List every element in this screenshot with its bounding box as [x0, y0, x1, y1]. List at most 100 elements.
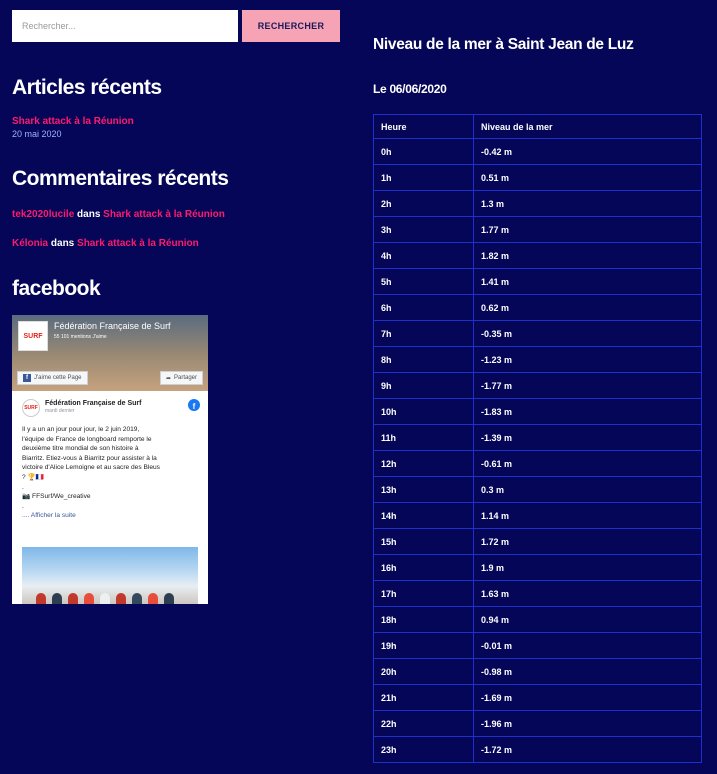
level-cell: -1.69 m	[473, 684, 702, 711]
photo-figure	[100, 593, 110, 604]
level-cell: 0.62 m	[473, 294, 702, 321]
level-cell: -1.96 m	[473, 710, 702, 737]
level-cell: -0.98 m	[473, 658, 702, 685]
facebook-cover[interactable]: SURF Fédération Française de Surf 55 101…	[12, 315, 208, 391]
hour-cell: 8h	[373, 346, 474, 373]
photo-figure	[36, 593, 46, 604]
tide-section: Niveau de la mer à Saint Jean de Luz Le …	[373, 36, 705, 763]
level-cell: 1.9 m	[473, 554, 702, 581]
post-line: Biarritz. Etiez-vous à Biarritz pour ass…	[22, 454, 157, 462]
table-row: 13h 0.3 m	[373, 476, 702, 503]
level-cell: 1.63 m	[473, 580, 702, 607]
level-cell: -0.35 m	[473, 320, 702, 347]
hour-cell: 5h	[373, 268, 474, 295]
table-row: 18h 0.94 m	[373, 606, 702, 633]
post-author[interactable]: Fédération Française de Surf	[45, 400, 141, 407]
table-row: 17h 1.63 m	[373, 580, 702, 607]
hour-cell: 1h	[373, 164, 474, 191]
level-cell: -1.77 m	[473, 372, 702, 399]
table-row: 0h -0.42 m	[373, 138, 702, 165]
share-button-label: Partager	[173, 375, 197, 381]
comment-author-link[interactable]: Kélonia	[12, 238, 48, 249]
level-cell: -0.01 m	[473, 632, 702, 659]
recent-article-link[interactable]: Shark attack à la Réunion	[12, 116, 342, 127]
hour-cell: 17h	[373, 580, 474, 607]
table-row: 8h -1.23 m	[373, 346, 702, 373]
post-date[interactable]: mardi dernier	[45, 408, 141, 414]
level-cell: -1.83 m	[473, 398, 702, 425]
table-row: 7h -0.35 m	[373, 320, 702, 347]
hour-cell: 0h	[373, 138, 474, 165]
comment-item: tek2020lucile dans Shark attack à la Réu…	[12, 209, 342, 220]
post-line: ? 🏆🇫🇷	[22, 473, 44, 481]
facebook-like-button[interactable]: f J'aime cette Page	[17, 371, 88, 385]
photo-figure	[148, 593, 158, 604]
level-cell: -1.23 m	[473, 346, 702, 373]
facebook-share-button[interactable]: ➦ Partager	[159, 371, 203, 385]
hour-cell: 7h	[373, 320, 474, 347]
sidebar: RECHERCHER Articles récents Shark attack…	[12, 10, 342, 604]
facebook-widget-title: facebook	[12, 277, 101, 300]
comment-item: Kélonia dans Shark attack à la Réunion	[12, 238, 342, 249]
table-row: 19h -0.01 m	[373, 632, 702, 659]
recent-article-date: 20 mai 2020	[12, 129, 62, 139]
post-photo[interactable]	[22, 547, 198, 604]
comment-author-link[interactable]: tek2020lucile	[12, 209, 74, 220]
table-row: 16h 1.9 m	[373, 554, 702, 581]
comment-connector: dans	[48, 238, 78, 249]
post-line: .	[22, 502, 24, 510]
facebook-f-icon: f	[23, 374, 31, 382]
avatar[interactable]: SURF	[22, 399, 40, 417]
hour-cell: 18h	[373, 606, 474, 633]
hour-cell: 19h	[373, 632, 474, 659]
post-text: Il y a un an jour pour jour, le 2 juin 2…	[22, 425, 200, 521]
table-row: 20h -0.98 m	[373, 658, 702, 685]
facebook-page-name[interactable]: Fédération Française de Surf	[54, 321, 171, 331]
level-cell: 1.41 m	[473, 268, 702, 295]
post-line: 📷 FFSurf/We_creative	[22, 493, 91, 501]
level-cell: -0.42 m	[473, 138, 702, 165]
hour-cell: 10h	[373, 398, 474, 425]
table-row: 1h 0.51 m	[373, 164, 702, 191]
search-button[interactable]: RECHERCHER	[242, 10, 340, 42]
hour-cell: 2h	[373, 190, 474, 217]
photo-figure	[132, 593, 142, 604]
comment-connector: dans	[74, 209, 104, 220]
comment-post-link[interactable]: Shark attack à la Réunion	[77, 238, 199, 249]
post-line: victoire d'Alice Lemoigne et au sacre de…	[22, 464, 160, 472]
level-cell: -1.39 m	[473, 424, 702, 451]
search-input[interactable]	[12, 10, 238, 42]
hour-cell: 3h	[373, 216, 474, 243]
post-line: deuxième titre mondial de son histoire à	[22, 445, 139, 453]
hour-cell: 16h	[373, 554, 474, 581]
table-row: 22h -1.96 m	[373, 710, 702, 737]
table-row: 10h -1.83 m	[373, 398, 702, 425]
post-line: l'équipe de France de longboard remporte…	[22, 435, 152, 443]
column-header-level: Niveau de la mer	[473, 114, 702, 139]
hour-cell: 21h	[373, 684, 474, 711]
hour-cell: 20h	[373, 658, 474, 685]
facebook-likes-count: 55 101 mentions J'aime	[54, 334, 107, 340]
post-line: .	[22, 483, 24, 491]
facebook-post-header: SURF Fédération Française de Surf mardi …	[22, 399, 200, 417]
hour-cell: 13h	[373, 476, 474, 503]
table-row: 2h 1.3 m	[373, 190, 702, 217]
level-cell: -0.61 m	[473, 450, 702, 477]
hour-cell: 6h	[373, 294, 474, 321]
level-cell: 1.77 m	[473, 216, 702, 243]
comment-post-link[interactable]: Shark attack à la Réunion	[103, 209, 225, 220]
facebook-page-plugin: SURF Fédération Française de Surf 55 101…	[12, 315, 208, 604]
level-cell: 1.72 m	[473, 528, 702, 555]
show-more-link[interactable]: .... Afficher la suite	[22, 511, 200, 521]
hour-cell: 11h	[373, 424, 474, 451]
table-row: 23h -1.72 m	[373, 736, 702, 763]
ffs-logo: SURF	[18, 321, 48, 351]
level-cell: 0.94 m	[473, 606, 702, 633]
hour-cell: 14h	[373, 502, 474, 529]
facebook-post: SURF Fédération Française de Surf mardi …	[22, 399, 200, 521]
like-button-label: J'aime cette Page	[34, 375, 82, 381]
facebook-logo-icon[interactable]: f	[188, 399, 200, 411]
hour-cell: 9h	[373, 372, 474, 399]
table-row: 6h 0.62 m	[373, 294, 702, 321]
search-form: RECHERCHER	[12, 10, 342, 42]
